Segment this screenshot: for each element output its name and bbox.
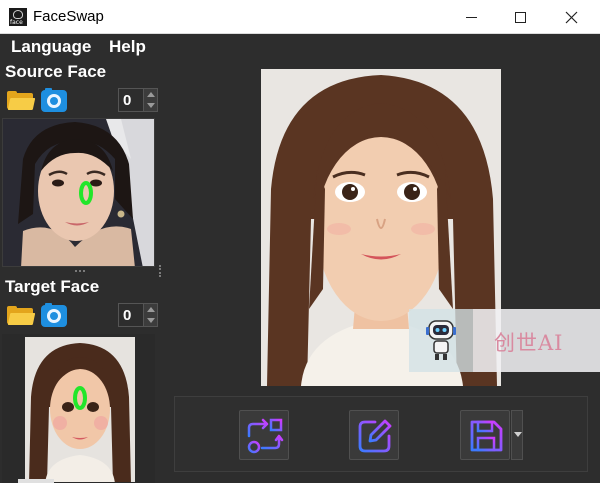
edit-icon [358,419,392,453]
status-strip [18,479,54,483]
save-button[interactable] [460,410,510,460]
spin-down-icon[interactable] [147,103,155,108]
spin-up-icon[interactable] [147,307,155,312]
minimize-button[interactable] [448,0,494,34]
close-icon [565,11,577,23]
watermark-icon-area [409,309,473,372]
source-face-thumbnail[interactable] [2,118,155,267]
maximize-icon [514,11,526,23]
save-icon [470,420,503,452]
app-icon-label: face [10,19,23,26]
source-index-spinbox[interactable]: 0 [118,88,158,112]
target-index-spinbox[interactable]: 0 [118,303,158,327]
robot-icon [426,320,456,360]
chevron-down-icon [514,432,522,437]
title-bar: face FaceSwap [0,0,600,34]
target-face-title: Target Face [5,277,100,296]
source-camera-icon[interactable] [41,88,67,112]
action-toolbar [174,396,588,472]
source-spin-arrows[interactable] [143,89,157,111]
target-toolbar: 0 [5,303,160,327]
target-face-thumbnail[interactable] [2,334,155,483]
edit-button[interactable] [349,410,399,460]
window-title: FaceSwap [33,8,104,25]
watermark-text: 创世AI [494,331,564,355]
close-button[interactable] [548,0,594,34]
source-open-folder-icon[interactable] [7,91,36,110]
minimize-icon [465,16,477,18]
source-toolbar: 0 [5,88,160,112]
target-camera-icon[interactable] [41,303,67,327]
vertical-splitter-handle[interactable] [157,60,163,483]
source-face-title: Source Face [5,62,107,81]
target-index-value: 0 [123,307,132,324]
save-options-dropdown[interactable] [511,410,523,460]
swap-faces-button[interactable] [239,410,289,460]
left-splitter-handle[interactable] [2,268,155,274]
target-spin-arrows[interactable] [143,304,157,326]
menu-bar: Language Help [0,34,600,60]
watermark-banner: 创世AI [409,309,600,372]
source-index-value: 0 [123,92,132,109]
maximize-button[interactable] [497,0,543,34]
menu-language[interactable]: Language [11,37,91,57]
source-face-marker [79,181,93,205]
face-app-icon: face [9,8,27,26]
target-open-folder-icon[interactable] [7,306,36,325]
spin-down-icon[interactable] [147,318,155,323]
menu-help[interactable]: Help [109,37,146,57]
spin-up-icon[interactable] [147,92,155,97]
target-face-marker [73,386,87,410]
swap-faces-icon [247,418,284,454]
